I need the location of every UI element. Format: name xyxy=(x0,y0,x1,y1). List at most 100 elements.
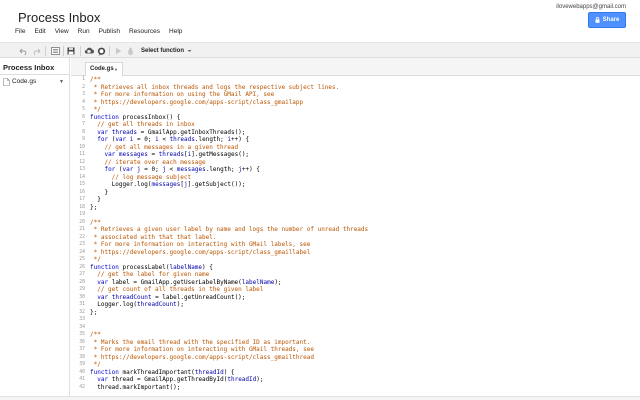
toolbar-divider xyxy=(63,46,64,56)
line-text: function processLabel(labelName) { xyxy=(90,263,213,271)
line-number: 6 xyxy=(82,114,85,120)
menu-publish[interactable]: Publish xyxy=(99,28,120,38)
code-line[interactable]: 10 // get all messages in a given thread xyxy=(71,144,640,152)
undo-icon[interactable] xyxy=(18,46,28,56)
code-line[interactable]: 23 * For more information on interacting… xyxy=(71,241,640,249)
triggers-icon[interactable] xyxy=(84,46,94,56)
code-line[interactable]: 30 var threadCount = label.getUnreadCoun… xyxy=(71,294,640,302)
line-number: 4 xyxy=(82,99,85,105)
code-line[interactable]: 12 // iterate over each message xyxy=(71,159,640,167)
tab-menu-arrow-icon[interactable]: ▼ xyxy=(114,67,118,72)
project-title[interactable]: Process Inbox xyxy=(18,10,100,25)
code-line[interactable]: 21 * Retrieves a given user label by nam… xyxy=(71,226,640,234)
line-number: 39 xyxy=(79,362,85,367)
file-sidebar: Process Inbox Code.gs ▼ xyxy=(0,58,70,400)
line-text: var label = GmailApp.getUserLabelByName(… xyxy=(97,278,282,286)
code-line[interactable]: 22 * associated with that that label. xyxy=(71,234,640,242)
tab-code-gs[interactable]: Code.gs ▼ xyxy=(85,62,123,76)
comment-icon[interactable] xyxy=(96,46,106,56)
line-number: 13 xyxy=(79,167,85,172)
line-number: 17 xyxy=(79,197,85,202)
code-line[interactable]: 26 function processLabel(labelName) { xyxy=(71,264,640,272)
code-line[interactable]: 18}; xyxy=(71,204,640,212)
code-line[interactable]: 17 } xyxy=(71,196,640,204)
line-text: for (var j = 0; j < messages.length; j++… xyxy=(104,166,260,173)
code-line[interactable]: 40 function markThreadImportant(threadId)… xyxy=(71,369,640,377)
code-line[interactable]: 32}; xyxy=(71,309,640,317)
line-text: * https://developers.google.com/apps-scr… xyxy=(90,98,304,106)
code-line[interactable]: 14 // log message subject xyxy=(71,174,640,182)
line-text: // iterate over each message xyxy=(90,158,206,166)
code-line[interactable]: 13 for (var j = 0; j < messages.length; … xyxy=(71,166,640,174)
menu-edit[interactable]: Edit xyxy=(34,28,45,38)
line-text: for (var i = 0; i < threads.length; i++)… xyxy=(97,136,250,143)
menu-file[interactable]: File xyxy=(15,28,25,38)
code-line[interactable]: 7 // get all threads in inbox xyxy=(71,121,640,129)
debug-icon[interactable] xyxy=(125,46,135,56)
line-text: Logger.log(threadCount); xyxy=(97,301,184,308)
line-number: 40 xyxy=(79,369,85,375)
code-line[interactable]: 33 xyxy=(71,316,640,324)
select-function-dropdown[interactable]: Select function xyxy=(141,46,192,56)
line-text: * https://developers.google.com/apps-scr… xyxy=(90,248,311,256)
code-line[interactable]: 6 function processInbox() { xyxy=(71,114,640,122)
line-number: 29 xyxy=(79,287,85,292)
line-text: */ xyxy=(90,106,101,113)
select-function-label: Select function xyxy=(141,48,185,54)
indent-icon[interactable] xyxy=(50,46,60,56)
code-line[interactable]: 39 */ xyxy=(71,361,640,369)
code-line[interactable]: 35 /** xyxy=(71,331,640,339)
line-number: 1 xyxy=(82,77,85,82)
file-menu-arrow-icon[interactable]: ▼ xyxy=(59,79,64,85)
line-number: 20 xyxy=(79,219,85,225)
code-line[interactable]: 8 var threads = GmailApp.getInboxThreads… xyxy=(71,129,640,137)
code-line[interactable]: 20 /** xyxy=(71,219,640,227)
code-line[interactable]: 1 /** xyxy=(71,76,640,84)
code-line[interactable]: 15 Logger.log(messages[j].getSubject()); xyxy=(71,181,640,189)
menu-resources[interactable]: Resources xyxy=(129,28,160,38)
code-line[interactable]: 28 var label = GmailApp.getUserLabelByNa… xyxy=(71,279,640,287)
line-text: */ xyxy=(90,361,101,368)
code-line[interactable]: 27 // get the label for given name xyxy=(71,271,640,279)
code-line[interactable]: 41 var thread = GmailApp.getThreadById(t… xyxy=(71,376,640,384)
code-line[interactable]: 42 thread.markImportant(); xyxy=(71,384,640,392)
line-number: 3 xyxy=(82,92,85,97)
code-line[interactable]: 4 * https://developers.google.com/apps-s… xyxy=(71,99,640,107)
line-number: 8 xyxy=(82,129,85,135)
line-text: } xyxy=(90,188,109,196)
code-line[interactable]: 31 Logger.log(threadCount); xyxy=(71,301,640,309)
code-line[interactable]: 2 * Retrieves all inbox threads and logs… xyxy=(71,84,640,92)
code-line[interactable]: 19 xyxy=(71,211,640,219)
run-icon[interactable] xyxy=(113,46,123,56)
line-number: 32 xyxy=(79,309,85,315)
line-text: Logger.log(messages[j].getSubject()); xyxy=(111,181,246,188)
line-number: 42 xyxy=(79,384,85,390)
line-text: }; xyxy=(90,308,98,316)
code-line[interactable]: 38 * https://developers.google.com/apps-… xyxy=(71,354,640,362)
code-line[interactable]: 3 * For more information on using the GM… xyxy=(71,91,640,99)
code-line[interactable]: 25 */ xyxy=(71,256,640,264)
code-editor[interactable]: 1/** 2 * Retrieves all inbox threads and … xyxy=(71,76,640,400)
save-icon[interactable] xyxy=(66,46,76,56)
code-line[interactable]: 5 */ xyxy=(71,106,640,114)
menu-view[interactable]: View xyxy=(55,28,69,38)
code-line[interactable]: 9 for (var i = 0; i < threads.length; i+… xyxy=(71,136,640,144)
code-line[interactable]: 16 } xyxy=(71,189,640,197)
code-line[interactable]: 34 xyxy=(71,324,640,332)
menu-run[interactable]: Run xyxy=(78,28,90,38)
redo-icon[interactable] xyxy=(31,46,41,56)
code-line[interactable]: 37 * For more information on interacting… xyxy=(71,346,640,354)
line-number: 22 xyxy=(79,234,85,240)
code-line[interactable]: 11 var messages = threads[i].getMessages… xyxy=(71,151,640,159)
share-button[interactable]: Share xyxy=(588,12,626,28)
sidebar-file-code-gs[interactable]: Code.gs ▼ xyxy=(0,75,70,89)
menu-help[interactable]: Help xyxy=(169,28,182,38)
line-number: 14 xyxy=(79,174,85,180)
code-line[interactable]: 36 * Marks the email thread with the spe… xyxy=(71,339,640,347)
toolbar-divider xyxy=(80,46,81,56)
sidebar-project-title: Process Inbox xyxy=(3,63,55,72)
account-email[interactable]: ilovewebapps@gmail.com xyxy=(556,4,626,10)
line-number: 36 xyxy=(79,339,85,345)
code-line[interactable]: 24 * https://developers.google.com/apps-… xyxy=(71,249,640,257)
code-line[interactable]: 29 // get count of all threads in the gi… xyxy=(71,286,640,294)
